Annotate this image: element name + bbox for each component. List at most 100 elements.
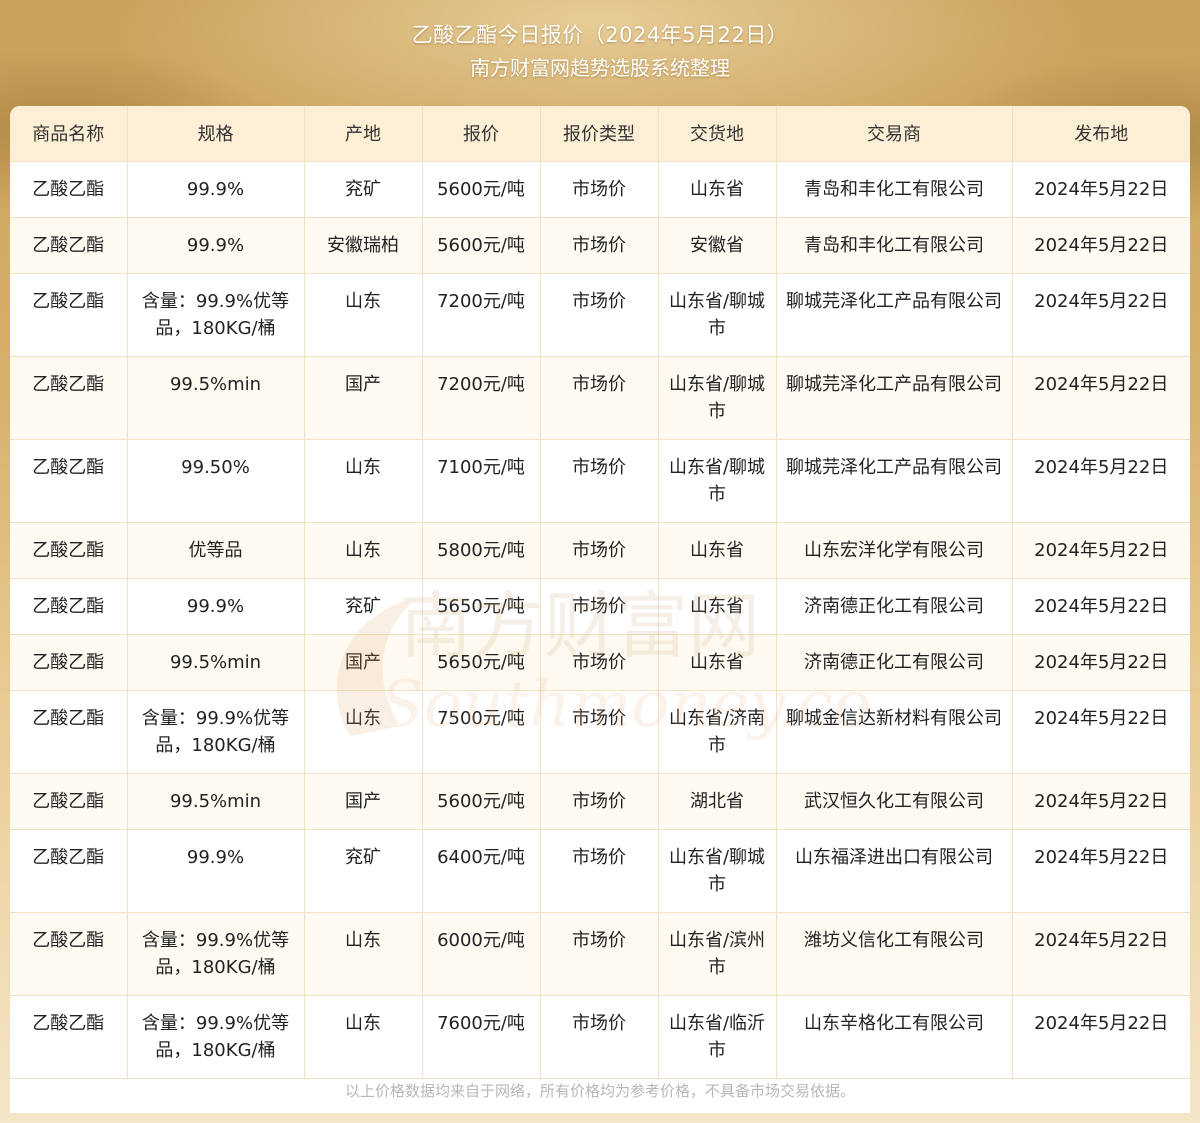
- table-header-row: 商品名称 规格 产地 报价 报价类型 交货地 交易商 发布地: [10, 106, 1190, 162]
- trader-cell: 山东辛格化工有限公司: [776, 995, 1013, 1079]
- trader-cell: 青岛和丰化工有限公司: [776, 161, 1013, 218]
- price-type-cell: 市场价: [540, 634, 659, 691]
- spec-cell: 含量：99.9%优等品，180KG/桶: [127, 995, 305, 1079]
- price-type-cell: 市场价: [540, 773, 659, 830]
- origin-cell: 兖矿: [304, 161, 423, 218]
- spec-cell: 含量：99.9%优等品，180KG/桶: [127, 690, 305, 774]
- product-name-cell: 乙酸乙酯: [10, 439, 128, 523]
- product-name-cell: 乙酸乙酯: [10, 995, 128, 1079]
- table-row: 乙酸乙酯 优等品 山东 5800元/吨 市场价 山东省 山东宏洋化学有限公司 2024年5月2…: [10, 522, 1190, 579]
- price-cell: 6400元/吨: [422, 829, 541, 913]
- price-cell: 5800元/吨: [422, 522, 541, 579]
- price-table: 商品名称 规格 产地 报价 报价类型 交货地 交易商 发布地 乙酸乙酯 99.9%…: [10, 106, 1190, 1079]
- date-cell: 2024年5月22日: [1012, 273, 1190, 357]
- price-type-cell: 市场价: [540, 829, 659, 913]
- delivery-cell: 山东省: [658, 161, 777, 218]
- price-cell: 7100元/吨: [422, 439, 541, 523]
- table-row: 乙酸乙酯 99.50% 山东 7100元/吨 市场价 山东省/聊城市 聊城芫泽化工产品有限公…: [10, 439, 1190, 523]
- delivery-cell: 山东省/聊城市: [658, 829, 777, 913]
- table-row: 乙酸乙酯 含量：99.9%优等品，180KG/桶 山东 6000元/吨 市场价 山东省/滨…: [10, 912, 1190, 996]
- spec-cell: 99.50%: [127, 439, 305, 523]
- footer-disclaimer: 以上价格数据均来自于网络，所有价格均为参考价格，不具备市场交易依据。: [344, 1082, 855, 1100]
- price-type-cell: 市场价: [540, 356, 659, 440]
- column-header: 规格: [127, 106, 305, 162]
- delivery-cell: 山东省/滨州市: [658, 912, 777, 996]
- price-type-cell: 市场价: [540, 522, 659, 579]
- table-row: 乙酸乙酯 99.5%min 国产 7200元/吨 市场价 山东省/聊城市 聊城芫泽化工产品有…: [10, 356, 1190, 440]
- column-header: 发布地: [1012, 106, 1190, 162]
- spec-cell: 含量：99.9%优等品，180KG/桶: [127, 273, 305, 357]
- trader-cell: 济南德正化工有限公司: [776, 634, 1013, 691]
- price-type-cell: 市场价: [540, 161, 659, 218]
- product-name-cell: 乙酸乙酯: [10, 829, 128, 913]
- table-row: 乙酸乙酯 99.9% 兖矿 6400元/吨 市场价 山东省/聊城市 山东福泽进出口有限公司 2…: [10, 829, 1190, 913]
- page-title: 乙酸乙酯今日报价（2024年5月22日）: [411, 23, 789, 47]
- trader-cell: 武汉恒久化工有限公司: [776, 773, 1013, 830]
- origin-cell: 山东: [304, 522, 423, 579]
- column-header: 交货地: [658, 106, 777, 162]
- product-name-cell: 乙酸乙酯: [10, 634, 128, 691]
- spec-cell: 99.5%min: [127, 356, 305, 440]
- spec-cell: 99.9%: [127, 578, 305, 635]
- date-cell: 2024年5月22日: [1012, 690, 1190, 774]
- page-header: 乙酸乙酯今日报价（2024年5月22日） 南方财富网趋势选股系统整理: [0, 18, 1200, 84]
- price-cell: 5600元/吨: [422, 161, 541, 218]
- delivery-cell: 山东省: [658, 578, 777, 635]
- column-header: 报价: [422, 106, 541, 162]
- spec-cell: 99.5%min: [127, 773, 305, 830]
- table-row: 乙酸乙酯 99.9% 兖矿 5600元/吨 市场价 山东省 青岛和丰化工有限公司 2024年5…: [10, 161, 1190, 218]
- table-row: 乙酸乙酯 99.9% 安徽瑞柏 5600元/吨 市场价 安徽省 青岛和丰化工有限公司 2024…: [10, 217, 1190, 274]
- product-name-cell: 乙酸乙酯: [10, 356, 128, 440]
- date-cell: 2024年5月22日: [1012, 912, 1190, 996]
- delivery-cell: 山东省/聊城市: [658, 356, 777, 440]
- trader-cell: 济南德正化工有限公司: [776, 578, 1013, 635]
- price-type-cell: 市场价: [540, 217, 659, 274]
- delivery-cell: 山东省: [658, 522, 777, 579]
- price-cell: 5650元/吨: [422, 578, 541, 635]
- product-name-cell: 乙酸乙酯: [10, 522, 128, 579]
- origin-cell: 国产: [304, 773, 423, 830]
- table-row: 乙酸乙酯 含量：99.9%优等品，180KG/桶 山东 7200元/吨 市场价 山东省/聊…: [10, 273, 1190, 357]
- price-type-cell: 市场价: [540, 690, 659, 774]
- trader-cell: 聊城金信达新材料有限公司: [776, 690, 1013, 774]
- date-cell: 2024年5月22日: [1012, 995, 1190, 1079]
- origin-cell: 山东: [304, 690, 423, 774]
- table-row: 乙酸乙酯 99.9% 兖矿 5650元/吨 市场价 山东省 济南德正化工有限公司 2024年5…: [10, 578, 1190, 635]
- product-name-cell: 乙酸乙酯: [10, 690, 128, 774]
- product-name-cell: 乙酸乙酯: [10, 217, 128, 274]
- delivery-cell: 湖北省: [658, 773, 777, 830]
- price-cell: 5650元/吨: [422, 634, 541, 691]
- price-cell: 7200元/吨: [422, 273, 541, 357]
- price-type-cell: 市场价: [540, 273, 659, 357]
- origin-cell: 兖矿: [304, 578, 423, 635]
- spec-cell: 99.9%: [127, 217, 305, 274]
- table-row: 乙酸乙酯 含量：99.9%优等品，180KG/桶 山东 7600元/吨 市场价 山东省/临…: [10, 995, 1190, 1079]
- spec-cell: 99.5%min: [127, 634, 305, 691]
- price-cell: 7600元/吨: [422, 995, 541, 1079]
- trader-cell: 聊城芫泽化工产品有限公司: [776, 273, 1013, 357]
- origin-cell: 国产: [304, 356, 423, 440]
- delivery-cell: 山东省/聊城市: [658, 273, 777, 357]
- column-header: 交易商: [776, 106, 1013, 162]
- table-row: 乙酸乙酯 含量：99.9%优等品，180KG/桶 山东 7500元/吨 市场价 山东省/济…: [10, 690, 1190, 774]
- delivery-cell: 山东省: [658, 634, 777, 691]
- origin-cell: 安徽瑞柏: [304, 217, 423, 274]
- price-cell: 7200元/吨: [422, 356, 541, 440]
- date-cell: 2024年5月22日: [1012, 161, 1190, 218]
- date-cell: 2024年5月22日: [1012, 829, 1190, 913]
- column-header: 报价类型: [540, 106, 659, 162]
- price-cell: 7500元/吨: [422, 690, 541, 774]
- trader-cell: 青岛和丰化工有限公司: [776, 217, 1013, 274]
- delivery-cell: 山东省/济南市: [658, 690, 777, 774]
- origin-cell: 山东: [304, 273, 423, 357]
- price-cell: 5600元/吨: [422, 217, 541, 274]
- column-header: 商品名称: [10, 106, 128, 162]
- spec-cell: 含量：99.9%优等品，180KG/桶: [127, 912, 305, 996]
- product-name-cell: 乙酸乙酯: [10, 773, 128, 830]
- page-subtitle: 南方财富网趋势选股系统整理: [470, 56, 730, 80]
- column-header: 产地: [304, 106, 423, 162]
- trader-cell: 山东宏洋化学有限公司: [776, 522, 1013, 579]
- price-cell: 5600元/吨: [422, 773, 541, 830]
- delivery-cell: 山东省/临沂市: [658, 995, 777, 1079]
- table-row: 乙酸乙酯 99.5%min 国产 5600元/吨 市场价 湖北省 武汉恒久化工有限公司 202…: [10, 773, 1190, 830]
